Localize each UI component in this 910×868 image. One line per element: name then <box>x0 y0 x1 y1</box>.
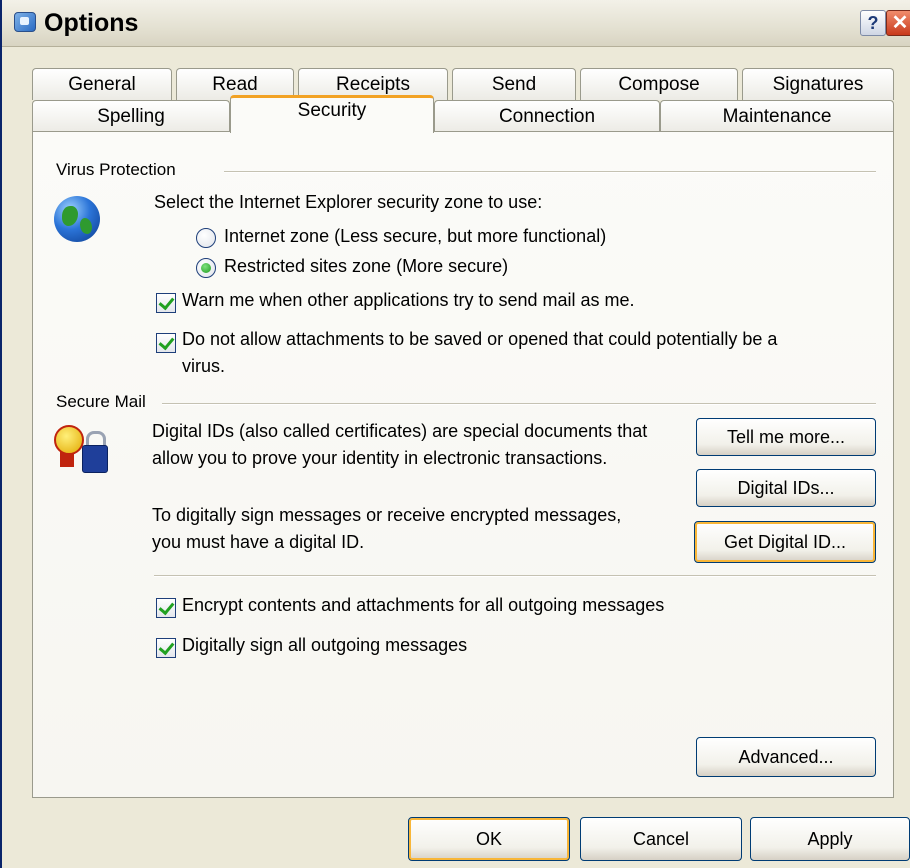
internet-zone-radio[interactable] <box>196 228 216 248</box>
outlook-express-icon <box>14 12 36 32</box>
close-button[interactable]: ✕ <box>886 10 910 36</box>
digital-id-requirement: To digitally sign messages or receive en… <box>152 505 622 552</box>
digital-id-description: Digital IDs (also called certificates) a… <box>152 421 648 468</box>
help-button[interactable]: ? <box>860 10 886 36</box>
advanced-button[interactable]: Advanced... <box>696 737 876 777</box>
restricted-zone-radio[interactable] <box>196 258 216 278</box>
secure-mail-heading: Secure Mail <box>56 392 146 411</box>
restricted-zone-label[interactable]: Restricted sites zone (More secure) <box>224 256 508 277</box>
virus-protection-divider <box>224 171 876 173</box>
secure-mail-divider <box>162 403 876 405</box>
globe-icon <box>54 196 100 242</box>
tab-signatures[interactable]: Signatures <box>742 68 894 100</box>
tab-maintenance[interactable]: Maintenance <box>660 100 894 132</box>
block-attachments-checkbox[interactable] <box>156 333 176 353</box>
tab-connection[interactable]: Connection <box>434 100 660 132</box>
options-dialog: Options ? ✕ General Read Receipts Send C… <box>0 0 910 868</box>
block-attachments-label-line2[interactable]: virus. <box>182 356 225 377</box>
tab-compose[interactable]: Compose <box>580 68 738 100</box>
encrypt-outgoing-label[interactable]: Encrypt contents and attachments for all… <box>182 595 664 616</box>
certificate-lock-icon <box>54 425 108 475</box>
warn-send-mail-checkbox[interactable] <box>156 293 176 313</box>
tab-general[interactable]: General <box>32 68 172 100</box>
window-title: Options <box>44 9 139 37</box>
sign-outgoing-label[interactable]: Digitally sign all outgoing messages <box>182 635 467 656</box>
digital-ids-button[interactable]: Digital IDs... <box>696 469 876 507</box>
get-digital-id-button[interactable]: Get Digital ID... <box>694 521 876 563</box>
ok-button[interactable]: OK <box>408 817 570 861</box>
title-bar[interactable]: Options ? ✕ <box>2 0 910 47</box>
tab-spelling[interactable]: Spelling <box>32 100 230 132</box>
tell-me-more-button[interactable]: Tell me more... <box>696 418 876 456</box>
warn-send-mail-label[interactable]: Warn me when other applications try to s… <box>182 290 635 311</box>
tab-security[interactable]: Security <box>230 95 434 133</box>
sign-outgoing-checkbox[interactable] <box>156 638 176 658</box>
internet-zone-label[interactable]: Internet zone (Less secure, but more fun… <box>224 226 606 247</box>
virus-protection-heading: Virus Protection <box>56 160 176 179</box>
tab-send[interactable]: Send <box>452 68 576 100</box>
zone-prompt: Select the Internet Explorer security zo… <box>154 192 543 212</box>
encrypt-outgoing-checkbox[interactable] <box>156 598 176 618</box>
block-attachments-label[interactable]: Do not allow attachments to be saved or … <box>182 329 777 350</box>
secure-mail-options-divider <box>154 575 876 577</box>
cancel-button[interactable]: Cancel <box>580 817 742 861</box>
apply-button[interactable]: Apply <box>750 817 910 861</box>
